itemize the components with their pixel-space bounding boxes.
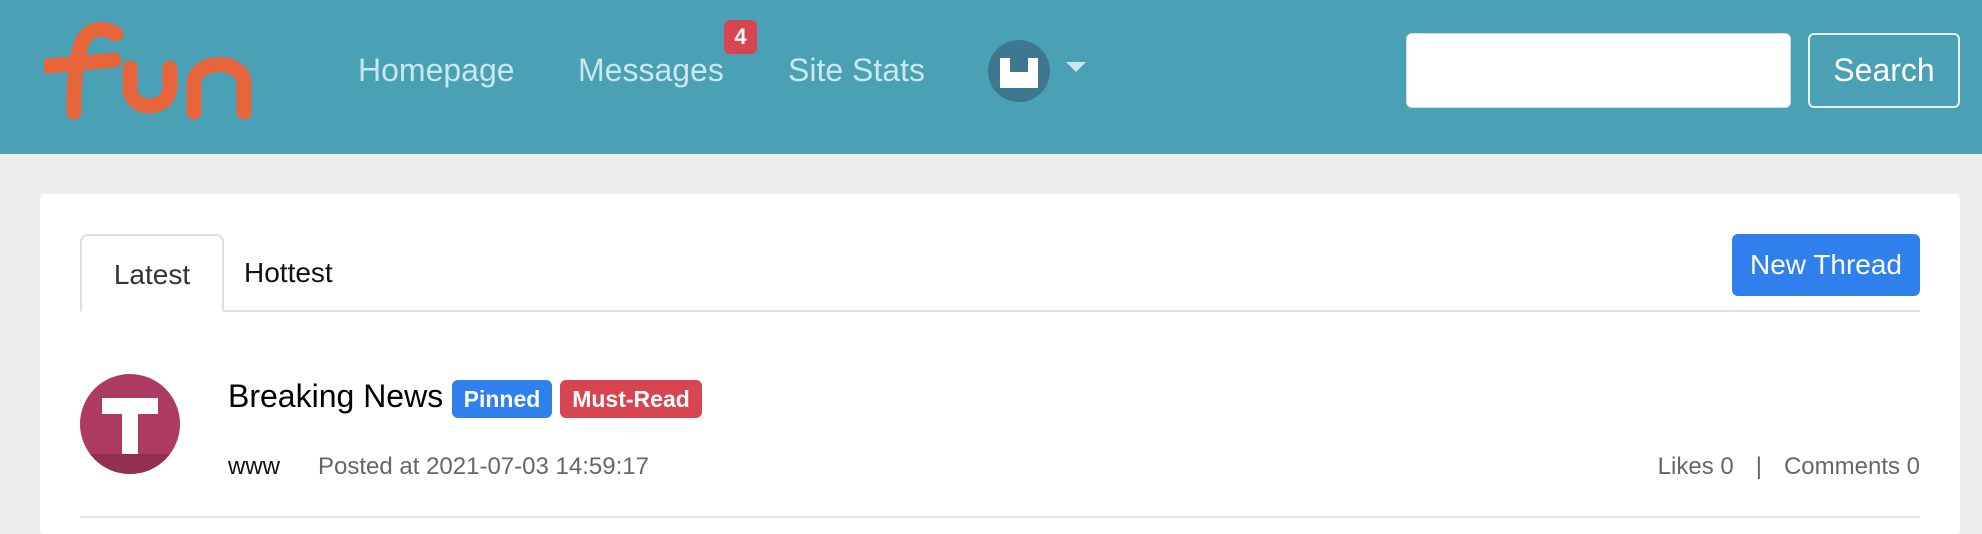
post-timestamp: Posted at 2021-07-03 14:59:17	[318, 453, 649, 480]
likes-count: Likes 0	[1657, 453, 1734, 480]
new-thread-button[interactable]: New Thread	[1732, 234, 1920, 296]
post-author-avatar[interactable]	[80, 374, 180, 474]
fun-logo[interactable]: fun	[44, 20, 276, 120]
author-avatar-icon	[80, 398, 180, 474]
top-navbar: fun Homepage Messages 4 Site Stats Searc…	[0, 0, 1982, 154]
must-read-tag: Must-Read	[560, 380, 702, 418]
nav-messages-link[interactable]: Messages	[578, 50, 724, 90]
nav-site-stats-link[interactable]: Site Stats	[788, 50, 925, 90]
user-avatar-icon	[988, 58, 1050, 102]
nav-homepage-link[interactable]: Homepage	[358, 50, 515, 90]
tab-latest[interactable]: Latest	[80, 234, 224, 312]
post-stats: Likes 0 | Comments 0	[1658, 452, 1920, 482]
user-avatar	[988, 40, 1050, 102]
chevron-down-icon	[1066, 62, 1086, 72]
post-title-link[interactable]: Breaking News	[228, 376, 443, 416]
pinned-tag: Pinned	[452, 380, 552, 418]
user-menu-dropdown[interactable]	[988, 40, 1090, 104]
stats-separator: |	[1755, 453, 1762, 480]
messages-count-badge: 4	[724, 20, 757, 54]
search-input[interactable]	[1406, 33, 1791, 108]
search-button[interactable]: Search	[1808, 33, 1960, 108]
thread-list-card: Latest Hottest New Thread Breaking News …	[40, 194, 1960, 534]
comments-count: Comments 0	[1783, 453, 1920, 480]
post-divider	[80, 516, 1920, 518]
tab-hottest[interactable]: Hottest	[244, 234, 364, 312]
post-author-name[interactable]: www	[228, 452, 280, 482]
